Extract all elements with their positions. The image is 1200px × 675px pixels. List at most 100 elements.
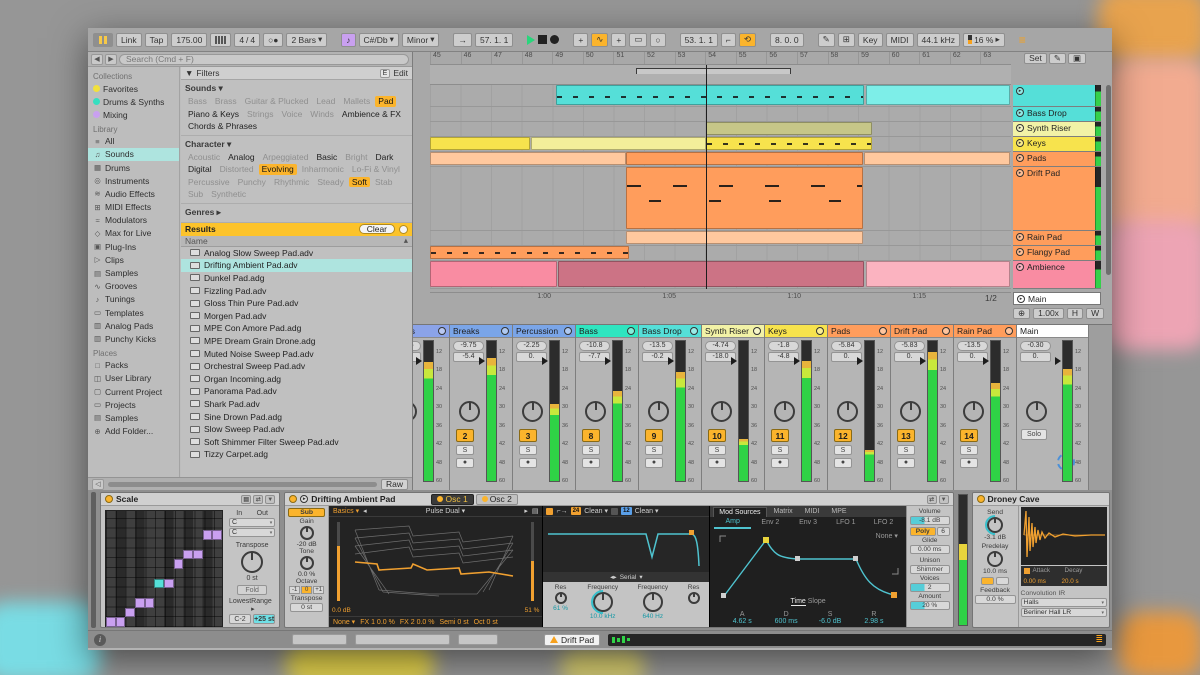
osc-fx1-field[interactable]: FX 1 0.0 % [360, 619, 395, 626]
key-map-button[interactable]: Key [858, 33, 883, 47]
volume-field[interactable]: -8.1 dB [910, 516, 950, 525]
library-item[interactable]: ◎ Instruments [88, 174, 179, 187]
track-play-icon[interactable]: ▸ [1016, 169, 1024, 177]
track-header[interactable]: ▸ [1013, 85, 1101, 107]
places-item[interactable]: ▭ Projects [88, 398, 179, 411]
sound-tag[interactable]: Winds [307, 109, 337, 120]
osc-oct-field[interactable]: Oct 0 st [474, 619, 498, 626]
ir-file-menu[interactable]: Berliner Hall LR▾ [1021, 608, 1107, 617]
arm-button[interactable]: ● [708, 458, 726, 468]
character-tag[interactable]: Percussive [185, 177, 233, 188]
filter2-slope[interactable]: 12 [621, 507, 632, 515]
library-item[interactable]: ♫ Sounds [88, 148, 179, 161]
browser-back-button[interactable]: ◀ [91, 54, 103, 65]
fader-handle[interactable] [983, 357, 989, 365]
library-item[interactable]: ◇ Max for Live [88, 227, 179, 240]
fader-handle[interactable] [542, 357, 548, 365]
envelope-tab[interactable]: Amp [714, 517, 751, 529]
group-fold-icon[interactable] [501, 327, 509, 335]
follow-button[interactable]: → [453, 33, 472, 47]
predelay-knob[interactable] [987, 551, 1003, 567]
arm-button[interactable]: ● [582, 458, 600, 468]
predelay-value[interactable]: 10.0 ms [973, 568, 1018, 575]
filter1-slope[interactable]: 24 [571, 507, 582, 515]
main-peak-field[interactable]: -0.30 [1020, 341, 1051, 351]
scale-grid-cell[interactable] [135, 598, 145, 608]
pan-knob[interactable] [837, 401, 858, 422]
result-row[interactable]: Tizzy Carpet.adg [181, 448, 412, 461]
quantize-menu[interactable]: 2 Bars ▾ [286, 33, 327, 47]
library-item[interactable]: ⊞ MIDI Effects [88, 201, 179, 214]
sub-button[interactable]: Sub [288, 508, 325, 517]
mod-tab[interactable]: Matrix [769, 507, 798, 516]
result-row[interactable]: Gloss Thin Pure Pad.adv [181, 297, 412, 310]
character-tag[interactable]: Synthetic [208, 189, 249, 200]
library-item[interactable]: ≋ Audio Effects [88, 187, 179, 200]
result-row[interactable]: MPE Dream Grain Drone.adg [181, 335, 412, 348]
fader-handle[interactable] [479, 357, 485, 365]
arrangement-clip[interactable] [706, 122, 872, 135]
pan-knob[interactable] [413, 401, 417, 422]
octave-button[interactable]: -1 [289, 586, 300, 594]
wavetable-next-button[interactable]: ▸ [524, 507, 528, 515]
overdub-button[interactable]: + [573, 33, 588, 47]
result-row[interactable]: Morgen Pad.adv [181, 309, 412, 322]
track-header[interactable]: ▸ Bass Drop [1013, 107, 1101, 122]
osc-tab[interactable]: Osc 2 [476, 494, 518, 505]
metronome-button[interactable]: ○● [263, 33, 283, 47]
track-number-button[interactable]: 12 [834, 429, 852, 442]
scale-grid-cell[interactable] [125, 608, 135, 618]
fader-handle[interactable] [731, 357, 737, 365]
track-header[interactable]: ▸ Rain Pad [1013, 231, 1101, 246]
wavetable-prev-button[interactable]: ◂ [363, 507, 367, 515]
places-item[interactable]: ▤ Samples [88, 411, 179, 424]
scale-grid-cell[interactable] [145, 598, 155, 608]
wavetable-display[interactable] [349, 520, 519, 602]
arrangement-clip[interactable] [866, 85, 1010, 105]
fader-handle[interactable] [605, 357, 611, 365]
character-tag[interactable]: Sub [185, 189, 206, 200]
fader-handle[interactable] [794, 357, 800, 365]
track-lane[interactable] [430, 246, 1011, 261]
arm-button[interactable]: ● [960, 458, 978, 468]
track-play-icon[interactable]: ▸ [1016, 109, 1024, 117]
poly-count-menu[interactable]: 6 [937, 527, 950, 536]
ir-handle-icon[interactable] [1024, 568, 1030, 574]
scale-grid[interactable] [105, 510, 223, 628]
osc-gain-slider[interactable] [337, 522, 340, 601]
places-item[interactable]: ⊕ Add Folder... [88, 425, 179, 438]
main-solo-button[interactable]: Solo [1021, 429, 1047, 440]
track-number-button[interactable]: 2 [456, 429, 474, 442]
collection-item[interactable]: Mixing [88, 108, 179, 121]
zoom-value[interactable]: 1.00x [1033, 308, 1064, 319]
filter-count-icon[interactable] [399, 225, 408, 234]
main-pan-knob[interactable] [1026, 401, 1047, 422]
mod-tab[interactable]: Mod Sources [713, 507, 766, 517]
arm-button[interactable]: ● [897, 458, 915, 468]
sound-tag[interactable]: Bass [185, 96, 210, 107]
res1-knob[interactable] [555, 592, 567, 604]
character-tag[interactable]: Dark [372, 152, 396, 163]
peak-level-field[interactable]: -13.5 [957, 341, 988, 351]
track-number-button[interactable]: 9 [645, 429, 663, 442]
res1-value[interactable]: 61 % [553, 605, 568, 612]
wavetable-position-value[interactable]: 51 % [525, 607, 540, 614]
loop-brace[interactable] [636, 68, 791, 74]
result-row[interactable]: Fizzling Pad.adv [181, 284, 412, 297]
envelope-tab[interactable]: LFO 2 [865, 518, 902, 528]
arrangement-clip[interactable] [430, 137, 530, 150]
results-name-column[interactable]: Name▴ [181, 236, 412, 247]
reverb-mode-button-2[interactable] [996, 577, 1009, 585]
pan-knob[interactable] [522, 401, 543, 422]
ir-category-menu[interactable]: Halls▾ [1021, 598, 1107, 607]
pencil-icon[interactable]: ✎ [1049, 53, 1066, 64]
menu-icon[interactable]: ≡ [1019, 33, 1025, 47]
pan-knob[interactable] [963, 401, 984, 422]
adsr-field[interactable]: S -6.0 dB [808, 611, 852, 625]
bar-ruler[interactable]: 45464748495051525354555657585960616263 [430, 52, 1011, 65]
reverb-on-toggle[interactable] [977, 495, 985, 503]
track-lane[interactable] [430, 152, 1011, 167]
optimize-width-button[interactable]: W [1086, 308, 1104, 319]
arm-button[interactable]: ● [645, 458, 663, 468]
main-track-play-icon[interactable]: ▸ [1017, 295, 1025, 303]
